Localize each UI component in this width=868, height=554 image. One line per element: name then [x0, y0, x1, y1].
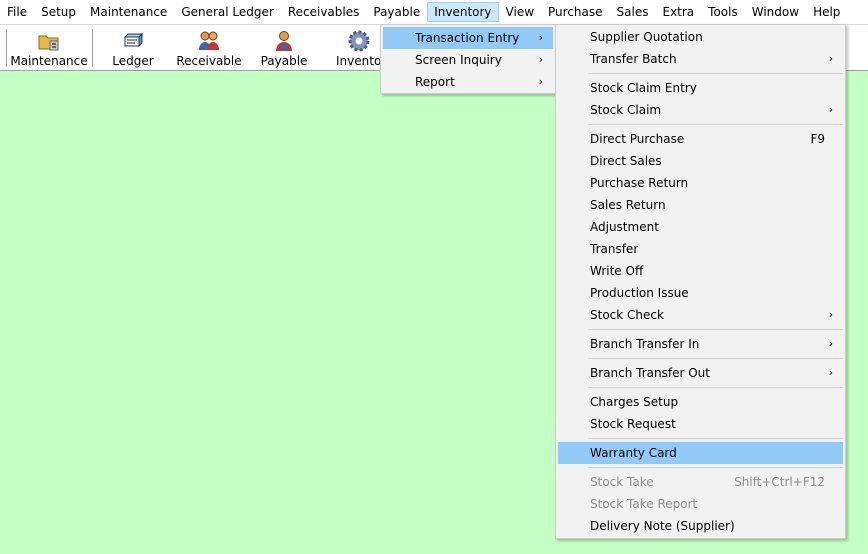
menu-item-branch-transfer-in[interactable]: Branch Transfer In ›	[558, 333, 843, 355]
menu-item-label: Branch Transfer Out	[590, 366, 710, 380]
menu-item-report[interactable]: Report ›	[383, 71, 553, 93]
menu-view[interactable]: View	[499, 2, 541, 22]
menu-separator	[588, 73, 843, 74]
menu-item-label: Stock Request	[590, 417, 676, 431]
menu-item-sales-return[interactable]: Sales Return	[558, 194, 843, 216]
user-payable-icon	[276, 31, 292, 51]
menu-item-label: Transfer	[590, 242, 639, 256]
menu-item-charges-setup[interactable]: Charges Setup	[558, 391, 843, 413]
menu-item-label: Stock Claim	[590, 103, 662, 117]
menu-item-transaction-entry[interactable]: Transaction Entry ›	[383, 27, 553, 49]
menu-item-write-off[interactable]: Write Off	[558, 260, 843, 282]
menu-separator	[588, 124, 843, 125]
menu-item-label: Stock Take	[590, 475, 654, 489]
menu-item-label: Screen Inquiry	[415, 53, 502, 67]
menu-item-label: Report	[415, 75, 455, 89]
menu-item-label: Branch Transfer In	[590, 337, 700, 351]
receivable-toolbar-label: Receivable	[176, 54, 242, 68]
menu-item-label: Stock Check	[590, 308, 664, 322]
menu-maintenance[interactable]: Maintenance	[83, 2, 174, 22]
menu-item-direct-sales[interactable]: Direct Sales	[558, 150, 843, 172]
menu-bar: File Setup Maintenance General Ledger Re…	[0, 0, 868, 24]
submenu-arrow-icon: ›	[828, 308, 833, 321]
menu-inventory[interactable]: Inventory	[427, 2, 499, 22]
menu-separator	[588, 438, 843, 439]
menu-item-stock-check[interactable]: Stock Check ›	[558, 304, 843, 326]
menu-tools[interactable]: Tools	[701, 2, 745, 22]
menu-extra[interactable]: Extra	[655, 2, 701, 22]
submenu-arrow-icon: ›	[538, 75, 543, 88]
menu-item-label: Direct Sales	[590, 154, 662, 168]
menu-help[interactable]: Help	[806, 2, 847, 22]
menu-item-label: Write Off	[590, 264, 644, 278]
inventory-menu: Transaction Entry › Screen Inquiry › Rep…	[380, 24, 556, 94]
menu-item-adjustment[interactable]: Adjustment	[558, 216, 843, 238]
folder-settings-icon	[38, 35, 59, 51]
menu-item-stock-request[interactable]: Stock Request	[558, 413, 843, 435]
menu-window[interactable]: Window	[745, 2, 806, 22]
menu-item-delivery-note-supplier[interactable]: Delivery Note (Supplier)	[558, 515, 843, 537]
menu-item-label: Transfer Batch	[590, 52, 677, 66]
menu-payable[interactable]: Payable	[366, 2, 427, 22]
menu-item-screen-inquiry[interactable]: Screen Inquiry ›	[383, 49, 553, 71]
submenu-arrow-icon: ›	[828, 366, 833, 379]
menu-separator	[588, 329, 843, 330]
gear-icon	[348, 30, 370, 52]
menu-item-production-issue[interactable]: Production Issue	[558, 282, 843, 304]
toolbar-grip[interactable]	[6, 29, 7, 67]
menu-item-label: Delivery Note (Supplier)	[590, 519, 735, 533]
menu-item-warranty-card[interactable]: Warranty Card	[558, 442, 843, 464]
shortcut-label: F9	[810, 132, 825, 146]
toolbar-separator	[92, 29, 93, 67]
maintenance-toolbar-button[interactable]: Maintenance	[10, 25, 88, 71]
menu-item-label: Production Issue	[590, 286, 689, 300]
menu-item-label: Supplier Quotation	[590, 30, 703, 44]
transaction-entry-submenu: Supplier Quotation Transfer Batch › Stoc…	[555, 24, 846, 539]
submenu-arrow-icon: ›	[828, 337, 833, 350]
payable-toolbar-button[interactable]: Payable	[256, 25, 312, 71]
submenu-arrow-icon: ›	[828, 52, 833, 65]
menu-item-label: Stock Take Report	[590, 497, 698, 511]
menu-separator	[588, 358, 843, 359]
menu-item-purchase-return[interactable]: Purchase Return	[558, 172, 843, 194]
shortcut-label: Shift+Ctrl+F12	[734, 475, 825, 489]
menu-item-branch-transfer-out[interactable]: Branch Transfer Out ›	[558, 362, 843, 384]
ledger-toolbar-label: Ledger	[112, 54, 154, 68]
receivable-toolbar-button[interactable]: Receivable	[176, 25, 242, 71]
submenu-arrow-icon: ›	[538, 53, 543, 66]
menu-item-stock-claim-entry[interactable]: Stock Claim Entry	[558, 77, 843, 99]
ledger-book-icon	[123, 32, 144, 48]
menu-item-label: Charges Setup	[590, 395, 679, 409]
menu-item-label: Adjustment	[590, 220, 659, 234]
menu-item-label: Purchase Return	[590, 176, 689, 190]
menu-item-label: Warranty Card	[590, 446, 677, 460]
submenu-arrow-icon: ›	[828, 103, 833, 116]
menu-item-supplier-quotation[interactable]: Supplier Quotation	[558, 26, 843, 48]
menu-item-stock-claim[interactable]: Stock Claim ›	[558, 99, 843, 121]
menu-setup[interactable]: Setup	[34, 2, 83, 22]
maintenance-toolbar-label: Maintenance	[10, 54, 88, 68]
users-icon	[199, 31, 219, 50]
menu-general-ledger[interactable]: General Ledger	[174, 2, 281, 22]
menu-separator	[588, 387, 843, 388]
menu-separator	[588, 467, 843, 468]
ledger-toolbar-button[interactable]: Ledger	[103, 25, 163, 71]
menu-item-label: Sales Return	[590, 198, 666, 212]
menu-item-label: Direct Purchase	[590, 132, 685, 146]
menu-item-transfer-batch[interactable]: Transfer Batch ›	[558, 48, 843, 70]
menu-item-transfer[interactable]: Transfer	[558, 238, 843, 260]
menu-receivables[interactable]: Receivables	[281, 2, 367, 22]
submenu-arrow-icon: ›	[538, 31, 543, 44]
menu-sales[interactable]: Sales	[610, 2, 656, 22]
menu-item-label: Stock Claim Entry	[590, 81, 697, 95]
menu-item-stock-take[interactable]: Stock Take Shift+Ctrl+F12	[558, 471, 843, 493]
menu-item-direct-purchase[interactable]: Direct Purchase F9	[558, 128, 843, 150]
menu-purchase[interactable]: Purchase	[541, 2, 610, 22]
menu-item-stock-take-report[interactable]: Stock Take Report	[558, 493, 843, 515]
menu-file[interactable]: File	[0, 2, 34, 22]
payable-toolbar-label: Payable	[260, 54, 308, 68]
menu-item-label: Transaction Entry	[415, 31, 520, 45]
